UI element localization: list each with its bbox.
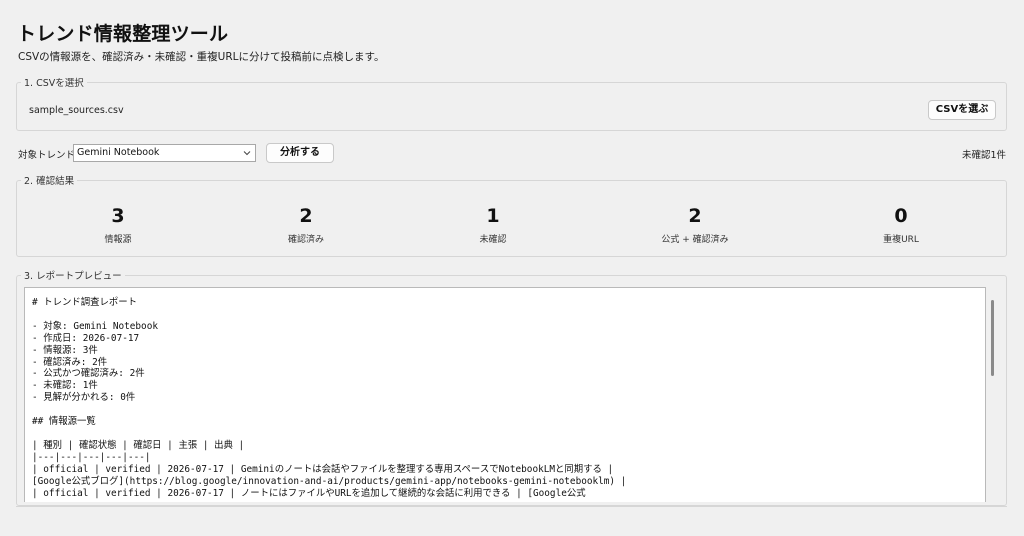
analyze-button[interactable]: 分析する — [266, 143, 334, 163]
stat-label: 確認済み — [287, 235, 324, 245]
stat-value: 2 — [299, 205, 313, 227]
stat-label: 情報源 — [104, 235, 132, 245]
page-title: トレンド情報整理ツール — [17, 23, 229, 45]
csv-select-legend: 1. CSVを選択 — [24, 78, 84, 89]
stat-unverified: 1 未確認 — [423, 204, 563, 245]
report-preview-textarea[interactable]: # トレンド調査レポート - 対象: Gemini Notebook - 作成日… — [24, 287, 986, 502]
report-preview-legend: 3. レポートプレビュー — [24, 271, 122, 282]
csv-select-group: 1. CSVを選択 — [16, 75, 1007, 131]
stat-value: 1 — [486, 205, 500, 227]
stat-value: 2 — [688, 205, 702, 227]
stat-value: 3 — [111, 205, 125, 227]
trend-select-value: Gemini Notebook — [77, 147, 160, 158]
stat-duplicate-urls: 0 重複URL — [831, 204, 971, 245]
report-scrollbar[interactable] — [991, 300, 994, 376]
trend-label: 対象トレンド: — [18, 150, 79, 161]
stat-label: 公式 + 確認済み — [661, 235, 729, 245]
selected-filename: sample_sources.csv — [29, 105, 124, 116]
stat-value: 0 — [894, 205, 908, 227]
stat-verified: 2 確認済み — [236, 204, 376, 245]
chevron-down-icon — [243, 151, 251, 156]
choose-csv-button[interactable]: CSVを選ぶ — [928, 100, 996, 120]
results-legend: 2. 確認結果 — [24, 176, 75, 187]
unconfirmed-status: 未確認1件 — [961, 150, 1006, 161]
stat-label: 未確認 — [479, 235, 507, 245]
stat-label: 重複URL — [883, 235, 919, 245]
report-preview-text: # トレンド調査レポート - 対象: Gemini Notebook - 作成日… — [32, 297, 627, 499]
trend-select[interactable]: Gemini Notebook — [73, 144, 256, 162]
stat-sources: 3 情報源 — [48, 204, 188, 245]
group-bottom-border — [16, 506, 1007, 507]
page-subtitle: CSVの情報源を、確認済み・未確認・重複URLに分けて投稿前に点検します。 — [18, 51, 385, 63]
stat-official-verified: 2 公式 + 確認済み — [625, 204, 765, 245]
